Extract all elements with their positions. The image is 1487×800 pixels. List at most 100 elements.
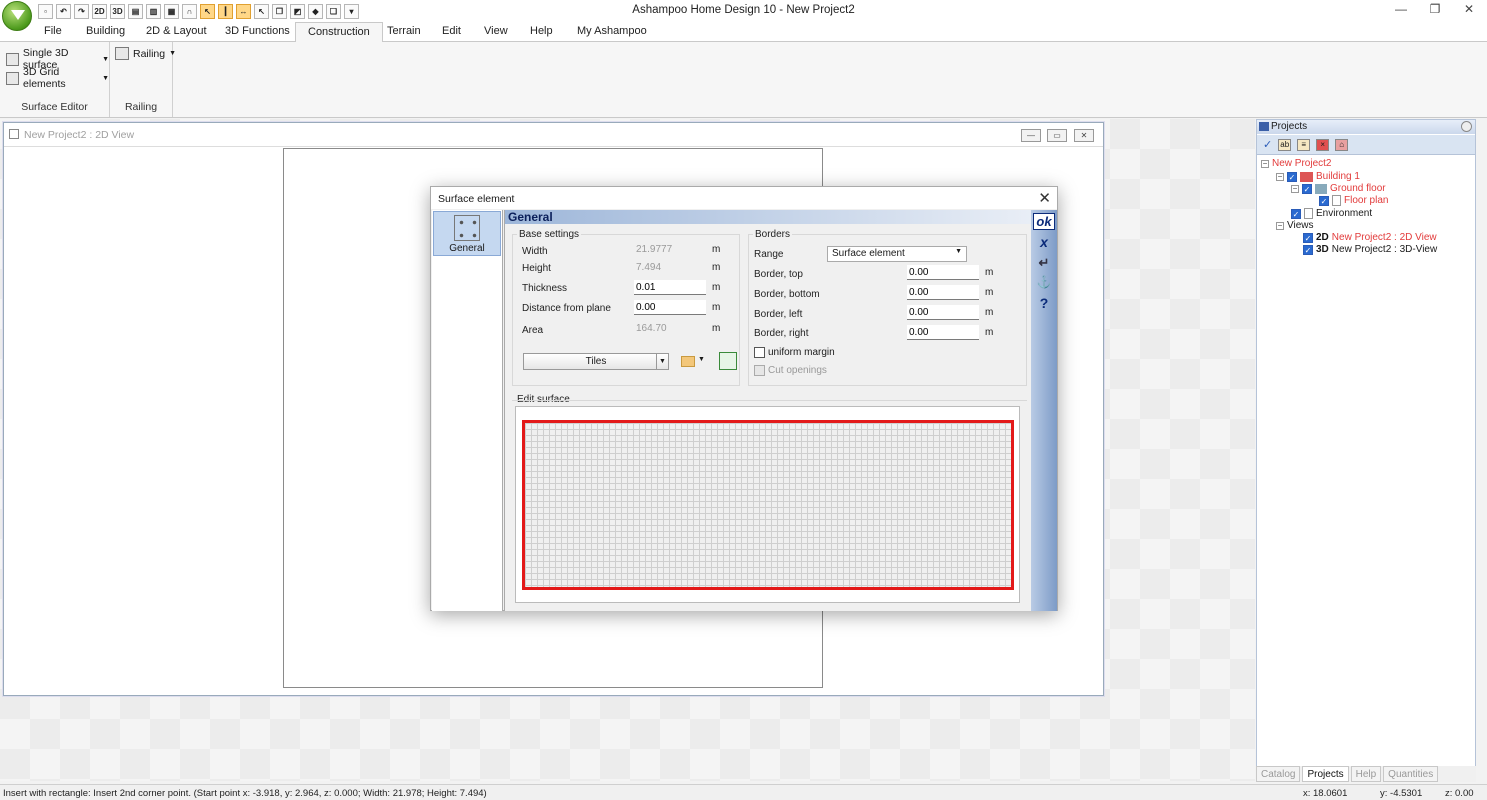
tab-help[interactable]: Help [530,25,553,37]
tree-view-3d[interactable]: ✓ 3D New Project2 : 3D-View [1303,244,1437,255]
status-z: z: 0.00 [1445,788,1474,799]
unit-label: m [985,327,994,338]
range-select[interactable]: Surface element ▼ [827,246,967,262]
unit-label: m [985,307,994,318]
visibility-checkbox[interactable]: ✓ [1287,171,1297,182]
dropdown-icon: ▼ [955,248,962,255]
distance-input[interactable] [634,300,706,315]
railing-button[interactable]: Railing ▼ [115,47,176,60]
ok-button[interactable]: ok [1033,213,1055,230]
tab-construction[interactable]: Construction [295,22,383,43]
restore-button[interactable]: ❐ [1420,2,1450,18]
close-icon[interactable]: ✕ [1038,189,1051,207]
status-y: y: -4.5301 [1380,788,1423,799]
pin-icon[interactable] [1461,121,1472,132]
projects-panel: Projects ✓ ab ≡ × ⌂ − New Project2 − ✓ Bui… [1256,119,1476,781]
general-icon [454,215,480,241]
tab-help-panel[interactable]: Help [1350,766,1382,782]
tab-3d-functions[interactable]: 3D Functions [225,25,290,37]
tree-views[interactable]: − Views [1276,220,1314,231]
tree-environment[interactable]: ✓ Environment [1291,208,1372,219]
visibility-checkbox[interactable]: ✓ [1303,244,1313,255]
visibility-checkbox[interactable]: ✓ [1303,232,1313,243]
apply-button[interactable]: ↵ [1033,255,1055,271]
border-top-input[interactable] [907,265,979,280]
tab-2d-layout[interactable]: 2D & Layout [146,25,207,37]
tree-floor-plan[interactable]: ✓ Floor plan [1319,195,1388,206]
edit-surface-canvas[interactable] [515,406,1020,603]
cancel-button[interactable]: x [1033,234,1055,250]
delete-icon[interactable]: × [1316,138,1330,151]
tab-my-ashampoo[interactable]: My Ashampoo [577,25,647,37]
height-value: 7.494 [636,262,662,273]
tab-catalog[interactable]: Catalog [1256,766,1301,782]
tab-view[interactable]: View [484,25,508,37]
thickness-label: Thickness [522,283,568,294]
surface-grid[interactable] [522,420,1014,590]
document-title: New Project2 : 2D View [24,129,135,141]
tree-floor[interactable]: − ✓ Ground floor [1291,183,1386,194]
window-title: Ashampoo Home Design 10 - New Project2 [632,4,855,16]
anchor-icon[interactable]: ⚓ [1033,275,1055,289]
collapse-icon[interactable]: − [1291,184,1299,193]
doc-close-button[interactable]: ✕ [1074,129,1094,142]
check-icon[interactable]: ✓ [1263,138,1272,151]
area-value: 164.70 [636,323,667,334]
border-right-label: Border, right [754,328,809,339]
minimize-button[interactable]: — [1386,2,1416,18]
house-icon[interactable]: ⌂ [1335,138,1349,151]
projects-icon [1259,122,1269,131]
folder-icon[interactable] [681,356,695,367]
thickness-input[interactable] [634,280,706,295]
app-menu-button[interactable] [2,1,32,31]
dialog-content: General Base settings Width 21.9777 m He… [504,210,1032,611]
tree-view-2d[interactable]: ✓ 2D New Project2 : 2D View [1303,232,1437,243]
fit-surface-icon[interactable] [719,352,737,370]
3d-grid-elements-button[interactable]: 3D Grid elements ▼ [6,66,109,90]
visibility-checkbox[interactable]: ✓ [1302,183,1312,194]
tiles-dropdown-button[interactable]: Tiles ▼ [523,353,669,370]
tab-quantities[interactable]: Quantities [1383,766,1439,782]
tab-projects[interactable]: Projects [1302,766,1349,782]
properties-icon[interactable]: ≡ [1297,138,1311,151]
border-bottom-input[interactable] [907,285,979,300]
dialog-action-bar: ok x ↵ ⚓ ? [1031,210,1057,611]
border-left-input[interactable] [907,305,979,320]
uniform-margin-checkbox[interactable]: uniform margin [754,347,835,358]
group-railing: Railing ▼ Railing [110,42,176,117]
range-label: Range [754,249,784,260]
railing-icon [115,47,129,60]
visibility-checkbox[interactable]: ✓ [1291,208,1301,219]
border-top-label: Border, top [754,269,803,280]
cut-openings-checkbox[interactable]: Cut openings [754,365,827,376]
doc-maximize-button[interactable]: ▭ [1047,129,1067,142]
view-2d-badge: 2D [1316,232,1329,243]
border-right-input[interactable] [907,325,979,340]
tab-file[interactable]: File [44,25,62,37]
dropdown-icon: ▼ [102,74,109,82]
collapse-icon[interactable]: − [1276,172,1284,181]
surface-element-dialog: Surface element ✕ General General Base s… [430,186,1058,611]
collapse-icon[interactable]: − [1276,221,1284,230]
tree-building[interactable]: − ✓ Building 1 [1276,171,1360,182]
doc-minimize-button[interactable]: — [1021,129,1041,142]
tab-building[interactable]: Building [86,25,125,37]
sidebar-item-general[interactable]: General [433,211,501,256]
panel-bottom-tabs: Catalog Projects Help Quantities [1256,766,1476,782]
visibility-checkbox[interactable]: ✓ [1319,195,1329,206]
document-icon [1332,195,1341,206]
collapse-icon[interactable]: − [1261,159,1269,168]
close-button[interactable]: ✕ [1454,2,1484,18]
tab-terrain[interactable]: Terrain [387,25,421,37]
unit-label: m [712,323,721,334]
dropdown-icon: ▼ [656,354,668,369]
tree-project[interactable]: − New Project2 [1261,158,1331,169]
help-button[interactable]: ? [1033,295,1055,311]
unit-label: m [712,244,721,255]
label-icon[interactable]: ab [1278,138,1292,151]
unit-label: m [712,262,721,273]
width-value: 21.9777 [636,244,673,255]
dropdown-icon[interactable]: ▼ [698,356,705,363]
group-label: Borders [753,229,793,240]
tab-edit[interactable]: Edit [442,25,461,37]
